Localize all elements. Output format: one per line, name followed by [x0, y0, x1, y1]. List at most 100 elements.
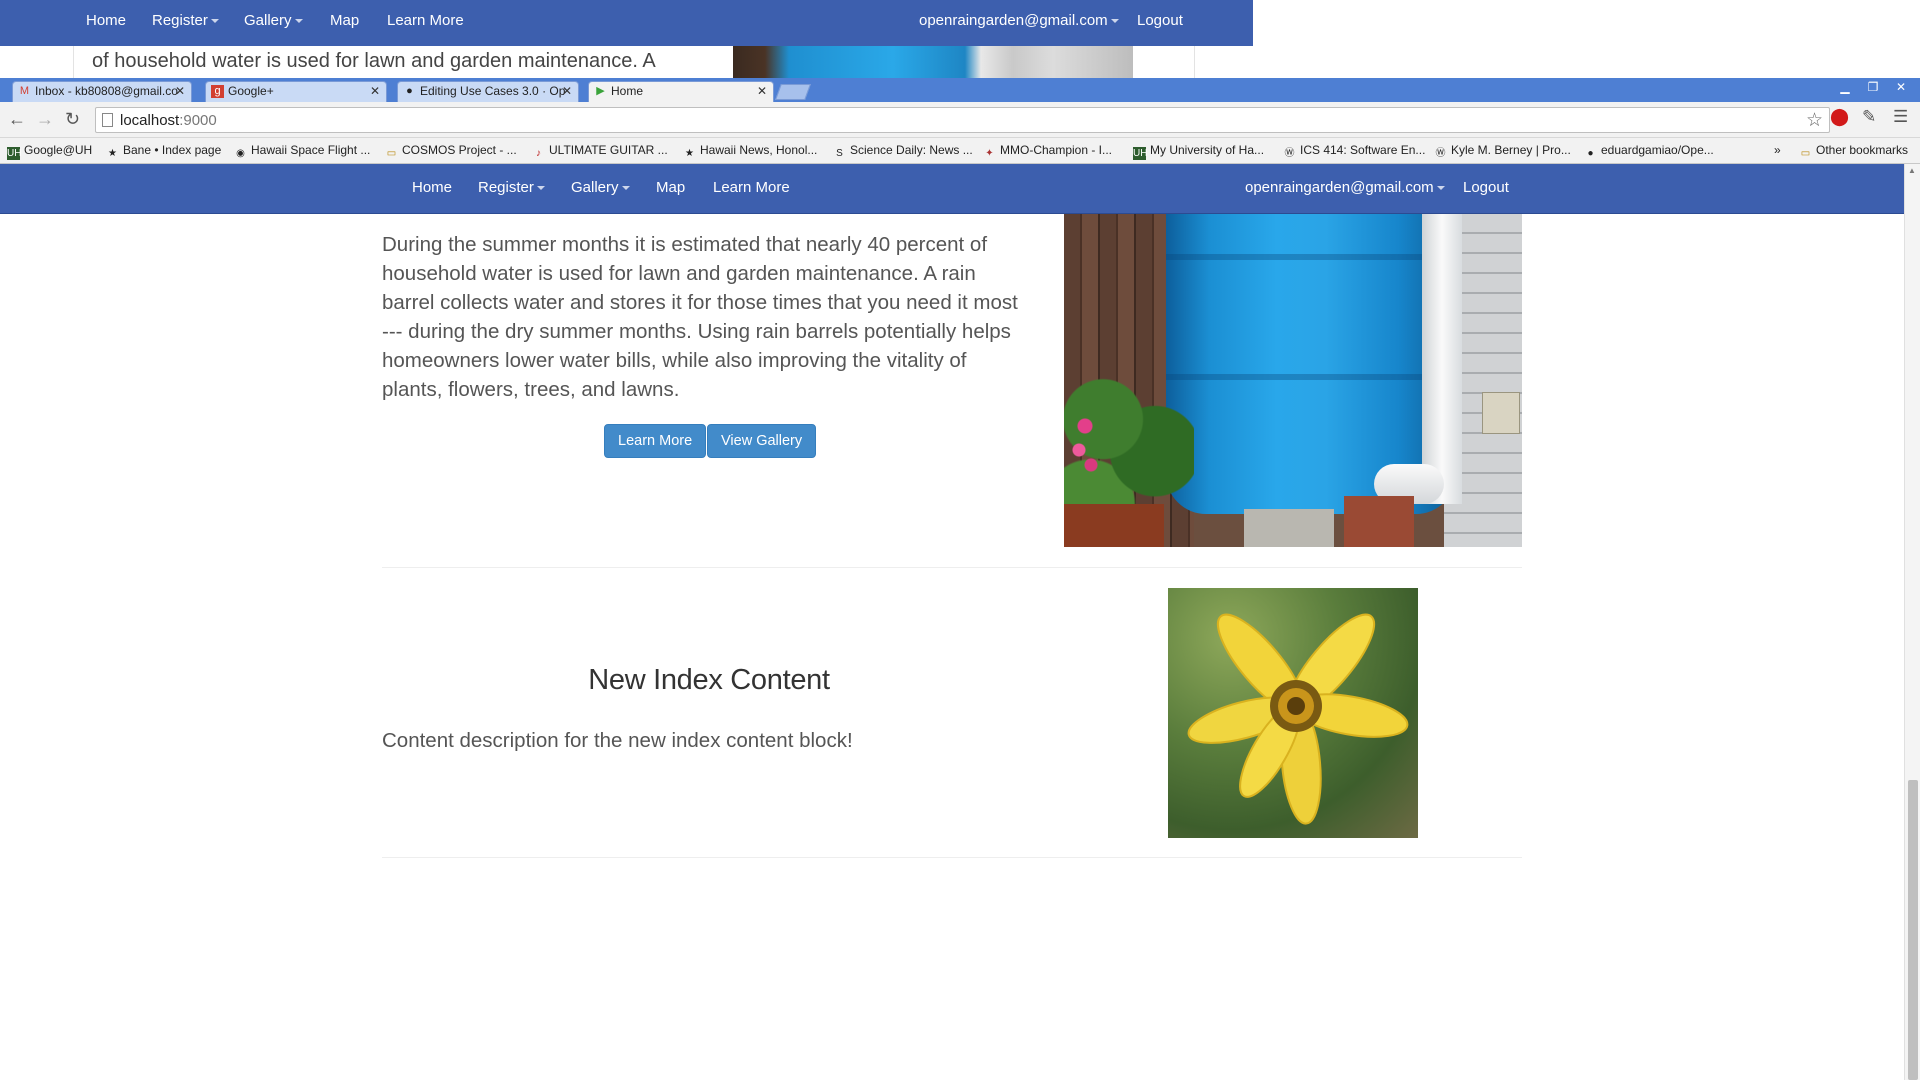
uh-icon: UH — [7, 147, 22, 160]
wordpress-icon: Ⓦ — [1435, 148, 1446, 159]
reload-icon[interactable]: ↻ — [65, 109, 80, 129]
downspout-graphic — [1422, 214, 1462, 504]
bookmark-mmo-champion[interactable]: ✦ MMO-Champion - I... — [983, 143, 1112, 160]
scrollbar-thumb[interactable] — [1908, 780, 1918, 1080]
bricks-graphic — [1344, 496, 1414, 547]
tab-google-plus[interactable]: g Google+ ✕ — [205, 81, 387, 102]
nav-learn-more[interactable]: Learn More — [713, 164, 790, 214]
nav-logout[interactable]: Logout — [1463, 164, 1509, 214]
chevron-down-icon — [536, 186, 545, 191]
bookmark-label: Hawaii Space Flight ... — [251, 143, 371, 157]
bookmark-kyle-berney[interactable]: Ⓦ Kyle M. Berney | Pro... — [1434, 143, 1571, 160]
close-icon[interactable]: ✕ — [562, 82, 572, 101]
tab-gmail[interactable]: M Inbox - kb80808@gmail.co ✕ — [12, 81, 192, 102]
bookmark-my-uh[interactable]: UH My University of Ha... — [1133, 143, 1264, 160]
bg-nav-register-label: Register — [152, 12, 208, 29]
nav-home[interactable]: Home — [412, 164, 452, 214]
bookmarks-overflow-chevron[interactable]: » — [1774, 143, 1781, 157]
bookmarks-bar: UH Google@UH ★ Bane • Index page ◉ Hawaii S… — [0, 138, 1920, 164]
eyedropper-icon[interactable]: ✎ — [1862, 107, 1876, 127]
background-navbar: Home Register Gallery Map Learn More ope… — [0, 0, 1253, 46]
bookmark-star-icon[interactable]: ☆ — [1806, 109, 1823, 132]
bg-nav-map[interactable]: Map — [330, 0, 359, 42]
close-icon[interactable]: ✕ — [757, 82, 767, 101]
bookmark-cosmos[interactable]: ▭ COSMOS Project - ... — [385, 143, 517, 160]
adblock-icon[interactable]: ⬤ — [1830, 107, 1849, 127]
flowers-graphic — [1070, 414, 1100, 474]
new-tab-button[interactable] — [775, 84, 811, 100]
play-icon: ▶ — [596, 85, 605, 97]
wordpress-icon: Ⓦ — [1284, 148, 1295, 159]
bookmark-ultimate-guitar[interactable]: ♪ ULTIMATE GUITAR ... — [532, 143, 668, 160]
minimize-icon[interactable]: ▁ — [1832, 80, 1858, 97]
bookmark-label: Kyle M. Berney | Pro... — [1451, 143, 1571, 157]
tab-title: Home — [611, 84, 644, 98]
gmail-icon: M — [19, 85, 30, 97]
bookmark-label: My University of Ha... — [1150, 143, 1265, 157]
bookmark-label: eduardgamiao/Ope... — [1601, 143, 1714, 157]
bg-nav-user-email: openraingarden@gmail.com — [919, 12, 1108, 29]
bookmark-ics414[interactable]: Ⓦ ICS 414: Software En... — [1283, 143, 1426, 160]
bookmark-google-uh[interactable]: UH Google@UH — [7, 143, 92, 160]
bookmark-bane[interactable]: ★ Bane • Index page — [106, 143, 221, 160]
address-bar-url: localhost:9000 — [120, 112, 217, 129]
bg-nav-register[interactable]: Register — [152, 0, 219, 42]
background-window: Home Register Gallery Map Learn More ope… — [0, 0, 1920, 78]
globe-icon: ◉ — [236, 148, 245, 159]
browser-chrome: M Inbox - kb80808@gmail.co ✕ g Google+ ✕… — [0, 78, 1920, 164]
nav-user-menu[interactable]: openraingarden@gmail.com — [1245, 164, 1445, 214]
chevron-down-icon — [210, 19, 219, 24]
yellow-flower-image — [1168, 588, 1418, 838]
bg-nav-home[interactable]: Home — [86, 0, 126, 42]
bookmark-hawaii-news[interactable]: ★ Hawaii News, Honol... — [683, 143, 817, 160]
scroll-up-icon[interactable]: ▲ — [1908, 166, 1916, 175]
uh-icon: UH — [1133, 147, 1148, 160]
bookmark-label: Bane • Index page — [123, 143, 222, 157]
github-icon: ● — [406, 85, 413, 97]
bookmark-eduardgamiao[interactable]: ● eduardgamiao/Ope... — [1584, 143, 1714, 160]
nav-register[interactable]: Register — [478, 164, 545, 214]
tab-title: Editing Use Cases 3.0 · Op — [420, 84, 566, 98]
nav-gallery[interactable]: Gallery — [571, 164, 630, 214]
bg-nav-user-menu[interactable]: openraingarden@gmail.com — [919, 0, 1119, 42]
address-bar[interactable]: localhost:9000 ☆ — [95, 107, 1830, 133]
tab-home[interactable]: ▶ Home ✕ — [588, 81, 774, 103]
nav-gallery-label: Gallery — [571, 179, 619, 196]
browser-toolbar: ← → ↻ localhost:9000 ☆ ⬤ ✎ ☰ — [0, 102, 1920, 138]
back-arrow-icon[interactable]: ← — [8, 109, 26, 129]
background-partial-text: of household water is used for lawn and … — [92, 50, 656, 72]
guitar-icon: ♪ — [536, 148, 541, 159]
view-gallery-button[interactable]: View Gallery — [707, 424, 817, 458]
nav-user-email: openraingarden@gmail.com — [1245, 179, 1434, 196]
menu-icon[interactable]: ☰ — [1893, 107, 1908, 127]
star-icon: ★ — [108, 148, 117, 159]
bookmark-label: Science Daily: News ... — [850, 143, 973, 157]
bg-nav-gallery[interactable]: Gallery — [244, 0, 303, 42]
bookmark-hawaii-space[interactable]: ◉ Hawaii Space Flight ... — [234, 143, 370, 160]
background-content: of household water is used for lawn and … — [73, 46, 1195, 78]
bg-nav-learn-more[interactable]: Learn More — [387, 0, 464, 42]
tab-title: Inbox - kb80808@gmail.co — [35, 84, 178, 98]
nav-map[interactable]: Map — [656, 164, 685, 214]
bookmark-science-daily[interactable]: S Science Daily: News ... — [833, 143, 973, 160]
barrel-rib — [1166, 254, 1456, 260]
champion-icon: ✦ — [985, 148, 994, 159]
folder-icon: ▭ — [386, 148, 397, 159]
page-scrollbar[interactable]: ▲ — [1904, 164, 1920, 1080]
forward-arrow-icon[interactable]: → — [36, 109, 54, 129]
bookmark-label: COSMOS Project - ... — [402, 143, 517, 157]
tab-github-editing[interactable]: ● Editing Use Cases 3.0 · Op ✕ — [397, 81, 579, 102]
close-window-icon[interactable]: ✕ — [1888, 80, 1914, 97]
star-icon: ★ — [685, 148, 694, 159]
bg-nav-logout[interactable]: Logout — [1137, 0, 1183, 42]
bookmark-label: ULTIMATE GUITAR ... — [549, 143, 668, 157]
window-controls: ▁ ❐ ✕ — [1832, 80, 1914, 98]
restore-icon[interactable]: ❐ — [1860, 80, 1886, 97]
folder-icon: ▭ — [1800, 148, 1811, 159]
learn-more-button[interactable]: Learn More — [604, 424, 707, 458]
close-icon[interactable]: ✕ — [175, 82, 185, 101]
chevron-down-icon — [1110, 19, 1119, 24]
close-icon[interactable]: ✕ — [370, 82, 380, 101]
other-bookmarks[interactable]: ▭ Other bookmarks — [1799, 143, 1908, 160]
pot-graphic — [1064, 504, 1164, 547]
